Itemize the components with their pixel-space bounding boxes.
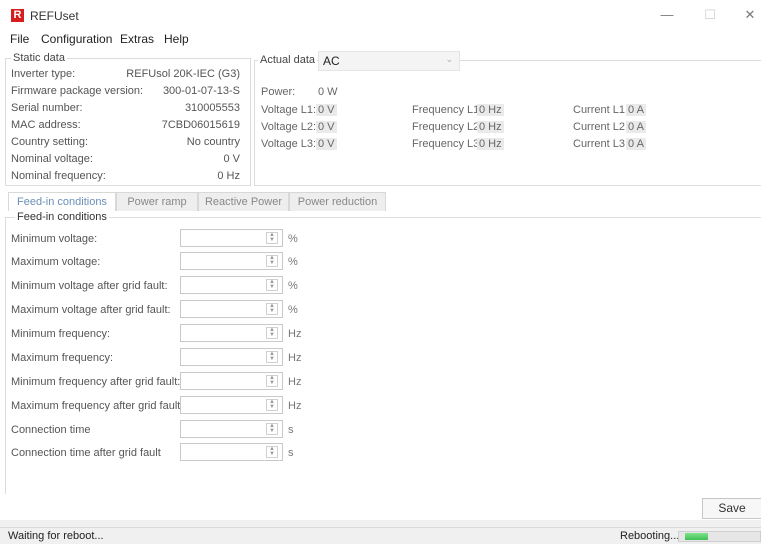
voltage-l3-value: 0 V (316, 138, 337, 150)
maximize-button[interactable]: ☐ (700, 6, 720, 24)
actual-data-select[interactable]: AC ⌄ (318, 51, 460, 71)
inverter-type-value: REFUsol 20K-IEC (G3) (126, 68, 240, 80)
field-label: Maximum frequency: (11, 352, 114, 364)
unit-label: % (288, 304, 298, 316)
field-label: Maximum frequency after grid fault: (11, 400, 184, 412)
voltage-l3-label: Voltage L3: (261, 138, 317, 150)
static-label: Firmware package version: (11, 85, 144, 97)
voltage-l2-value: 0 V (316, 121, 337, 133)
window-title: REFUset (30, 9, 79, 23)
spinner-arrows-icon[interactable]: ▲ ▼ (266, 375, 278, 387)
frequency-l3-value: 0 Hz (477, 138, 504, 150)
field-label: Minimum voltage after grid fault: (11, 280, 168, 292)
minimize-button[interactable]: — (657, 6, 677, 24)
spinner-arrows-icon[interactable]: ▲ ▼ (266, 327, 278, 339)
current-l2-label: Current L2: (573, 121, 629, 133)
spinner-arrows-icon[interactable]: ▲ ▼ (266, 255, 278, 267)
field-label: Minimum frequency after grid fault: (11, 376, 181, 388)
tab-power-reduction[interactable]: Power reduction (289, 192, 386, 211)
static-label: Inverter type: (11, 68, 76, 80)
reboot-progress-bar (678, 531, 761, 542)
unit-label: s (288, 447, 294, 459)
unit-label: Hz (288, 328, 302, 340)
title-bar: R REFUset — ☐ ✕ (0, 0, 761, 30)
status-bar: Waiting for reboot... Rebooting... (0, 527, 761, 544)
static-label: Country setting: (11, 136, 89, 148)
spinner-arrows-icon[interactable]: ▲ ▼ (266, 351, 278, 363)
unit-label: s (288, 424, 294, 436)
current-l3-label: Current L3: (573, 138, 629, 150)
tab-reactive-power[interactable]: Reactive Power (198, 192, 289, 211)
field-label: Maximum voltage after grid fault: (11, 304, 171, 316)
static-label: MAC address: (11, 119, 81, 131)
menu-help[interactable]: Help (164, 32, 189, 46)
mac-address-value: 7CBD06015619 (161, 119, 240, 131)
tab-power-ramp[interactable]: Power ramp (116, 192, 198, 211)
spinner-arrows-icon[interactable]: ▲ ▼ (266, 423, 278, 435)
static-data-title: Static data (11, 52, 67, 64)
spinner-arrows-icon[interactable]: ▲ ▼ (266, 446, 278, 458)
unit-label: Hz (288, 352, 302, 364)
power-label: Power: (261, 86, 296, 98)
current-l3-value: 0 A (626, 138, 646, 150)
voltage-l2-label: Voltage L2: (261, 121, 317, 133)
static-label: Nominal voltage: (11, 153, 93, 165)
reboot-status-text: Rebooting... (620, 530, 680, 542)
current-l1-value: 0 A (626, 104, 646, 116)
chevron-down-icon: ⌄ (445, 54, 453, 64)
serial-number-value: 310005553 (184, 102, 240, 114)
frequency-l3-label: Frequency L3: (412, 138, 483, 150)
menu-configuration[interactable]: Configuration (41, 32, 112, 46)
tab-feed-in-conditions[interactable]: Feed-in conditions (8, 192, 116, 211)
actual-data-title: Actual data (258, 54, 318, 66)
field-label: Minimum voltage: (11, 233, 98, 245)
firmware-version-value: 300-01-07-13-S (162, 85, 240, 97)
unit-label: % (288, 256, 298, 268)
close-button[interactable]: ✕ (740, 6, 760, 24)
field-label: Maximum voltage: (11, 256, 101, 268)
menu-bar: File Configuration Extras Help (0, 30, 761, 48)
actual-data-select-value: AC (323, 54, 340, 68)
spinner-arrows-icon[interactable]: ▲ ▼ (266, 232, 278, 244)
unit-label: % (288, 280, 298, 292)
status-message: Waiting for reboot... (8, 530, 104, 542)
static-data-group: Inverter type: REFUsol 20K-IEC (G3) Firm… (5, 58, 251, 186)
nominal-frequency-value: 0 Hz (217, 170, 240, 182)
nominal-voltage-value: 0 V (223, 153, 240, 165)
progress-fill (685, 533, 708, 540)
spinner-arrows-icon[interactable]: ▲ ▼ (266, 399, 278, 411)
static-label: Nominal frequency: (11, 170, 106, 182)
frequency-l2-label: Frequency L2: (412, 121, 483, 133)
static-label: Serial number: (11, 102, 83, 114)
spinner-arrows-icon[interactable]: ▲ ▼ (266, 279, 278, 291)
power-value: 0 W (318, 86, 338, 98)
current-l2-value: 0 A (626, 121, 646, 133)
field-label: Connection time after grid fault (11, 447, 161, 459)
unit-label: Hz (288, 376, 302, 388)
field-label: Minimum frequency: (11, 328, 111, 340)
save-button[interactable]: Save (702, 498, 761, 519)
unit-label: % (288, 233, 298, 245)
voltage-l1-label: Voltage L1: (261, 104, 317, 116)
menu-file[interactable]: File (10, 32, 29, 46)
frequency-l1-label: Frequency L1: (412, 104, 483, 116)
current-l1-label: Current L1: (573, 104, 629, 116)
spinner-arrows-icon[interactable]: ▲ ▼ (266, 303, 278, 315)
unit-label: Hz (288, 400, 302, 412)
frequency-l1-value: 0 Hz (477, 104, 504, 116)
frequency-l2-value: 0 Hz (477, 121, 504, 133)
feed-in-title: Feed-in conditions (15, 211, 109, 223)
menu-extras[interactable]: Extras (120, 32, 154, 46)
country-setting-value: No country (186, 136, 240, 148)
field-label: Connection time (11, 424, 91, 436)
voltage-l1-value: 0 V (316, 104, 337, 116)
app-logo-icon: R (11, 9, 24, 22)
